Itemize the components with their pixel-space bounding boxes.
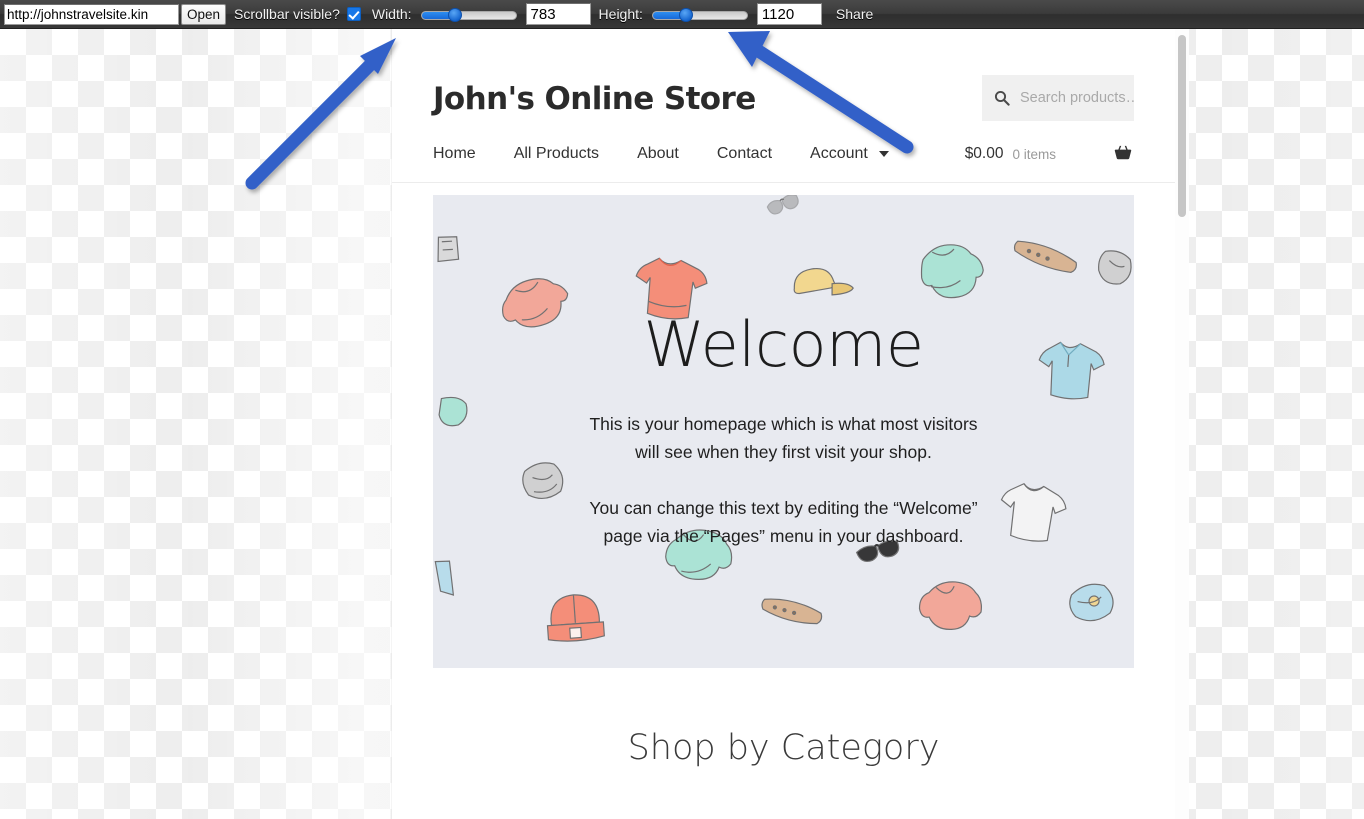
hero-title: Welcome (643, 307, 924, 381)
cart-total: $0.00 (964, 145, 1004, 162)
share-link[interactable]: Share (836, 6, 873, 22)
scrollbar-visible-checkbox[interactable] (346, 7, 361, 21)
height-slider-thumb[interactable] (678, 7, 693, 22)
shop-by-category-title: Shop by Category (627, 728, 940, 768)
scrollbar-visible-label: Scrollbar visible? (234, 6, 340, 22)
url-input[interactable] (4, 3, 179, 25)
width-slider-thumb[interactable] (447, 7, 462, 22)
nav-item-home[interactable]: Home (433, 145, 476, 163)
height-label: Height: (598, 6, 643, 22)
hero-paragraph-1: This is your homepage which is what most… (589, 413, 978, 462)
shop-by-category-section: Shop by Category (392, 668, 1175, 768)
preview-scrollbar-thumb[interactable] (1178, 35, 1186, 217)
store-title: John's Online Store (433, 81, 756, 117)
cart-summary[interactable]: $0.00 0 items (965, 143, 1134, 165)
primary-navigation: Home All Products About Contact Account … (392, 121, 1175, 183)
search-icon (994, 90, 1010, 106)
search-input[interactable] (1018, 89, 1134, 107)
site-preview-frame: John's Online Store Home All Products Ab… (392, 29, 1175, 819)
height-slider[interactable] (651, 7, 748, 22)
nav-item-all-products[interactable]: All Products (514, 145, 599, 163)
hero-paragraph-2: You can change this text by editing the … (589, 497, 978, 546)
preview-scrollbar-track[interactable] (1175, 29, 1189, 819)
nav-item-about[interactable]: About (637, 145, 679, 163)
chevron-down-icon (878, 151, 889, 157)
hero-banner: Welcome This is your homepage which is w… (433, 195, 1134, 668)
nav-item-contact[interactable]: Contact (717, 145, 772, 163)
site-header: John's Online Store (392, 29, 1175, 121)
width-label: Width: (371, 6, 412, 22)
width-slider[interactable] (420, 7, 517, 22)
screen-root: Open Scrollbar visible? Width: Height: S… (0, 0, 1364, 819)
cart-item-count: 0 items (1012, 146, 1056, 162)
open-button[interactable]: Open (181, 3, 227, 25)
nav-links: Home All Products About Contact Account (433, 145, 889, 163)
height-value-input[interactable] (756, 3, 822, 25)
hero-content: Welcome This is your homepage which is w… (433, 195, 1134, 668)
width-value-input[interactable] (525, 3, 591, 25)
responsive-preview-toolbar: Open Scrollbar visible? Width: Height: S… (0, 0, 1364, 29)
shopping-basket-icon[interactable] (1112, 143, 1134, 165)
nav-item-account-label: Account (810, 145, 868, 162)
nav-item-account[interactable]: Account (810, 145, 889, 163)
search-box[interactable] (982, 75, 1134, 121)
